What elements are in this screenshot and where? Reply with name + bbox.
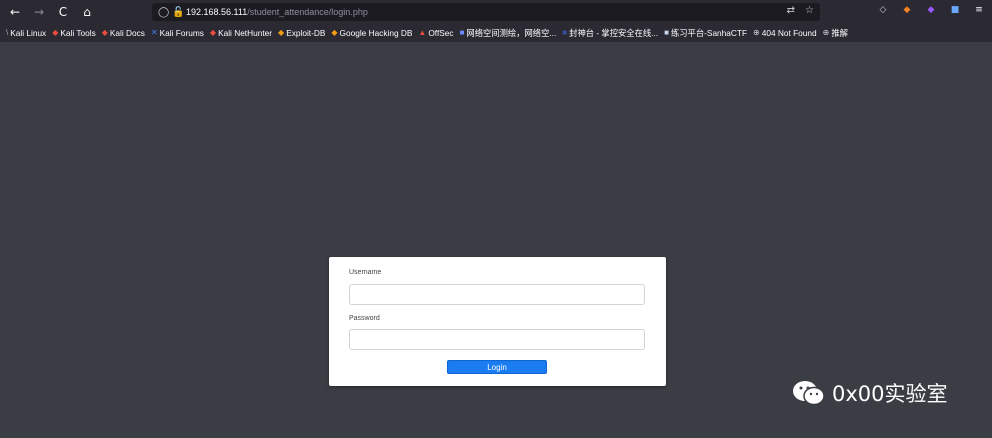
translate-icon[interactable]: ⇄ <box>787 5 795 16</box>
exploit-db-icon: ◆ <box>278 28 285 37</box>
reload-icon[interactable]: C <box>52 1 74 23</box>
username-input[interactable] <box>349 284 645 305</box>
bookmark-label: Kali NetHunter <box>218 27 273 38</box>
wechat-icon <box>793 381 825 406</box>
kali-tools-icon: ◆ <box>52 28 59 37</box>
home-icon[interactable]: ⌂ <box>76 1 98 23</box>
watermark-text: 0x00实验室 <box>832 382 948 406</box>
bookmark-label: Google Hacking DB <box>339 27 413 38</box>
globe-icon: ⊕ <box>753 28 760 37</box>
url-host: 192.168.56.111 <box>186 7 248 17</box>
foxyproxy-icon[interactable]: ◆ <box>900 3 914 17</box>
watermark: 0x00实验室 <box>792 378 948 408</box>
offsec-icon: ▲ <box>418 28 427 37</box>
nav-buttons: ← → C ⌂ <box>0 1 98 23</box>
back-icon[interactable]: ← <box>4 1 26 23</box>
bookmark-label: 网络空间测绘，网络空... <box>466 27 557 38</box>
bookmark-item[interactable]: ▲ OffSec <box>418 28 453 38</box>
login-form: Username Password Login <box>329 257 666 386</box>
bookmark-label: 练习平台-SanhaCTF <box>670 27 748 38</box>
extensions-area: ◇ ◆ ◆ ■ ≡ <box>876 3 986 17</box>
browser-toolbar: ← → C ⌂ ◯ 🔓 192.168.56.111 /student_atte… <box>0 0 992 24</box>
hackbar-icon[interactable]: ■ <box>948 3 962 17</box>
bookmark-label: 推解 <box>831 27 848 38</box>
address-bar[interactable]: ◯ 🔓 192.168.56.111 /student_attendance/l… <box>152 3 820 21</box>
globe-icon: ⊕ <box>822 28 830 37</box>
fofa-icon: ■ <box>459 28 465 37</box>
kali-forums-icon: ✕ <box>150 28 158 37</box>
bookmark-star-icon[interactable]: ☆ <box>805 5 814 16</box>
bookmark-item[interactable]: ✕ Kali Forums <box>151 28 204 38</box>
kali-nethunter-icon: ◆ <box>209 28 217 37</box>
url-path: /student_attendance/login.php <box>247 7 368 17</box>
bookmark-label: Exploit-DB <box>286 27 326 38</box>
bookmark-item[interactable]: ■ 网络空间测绘，网络空... <box>460 27 557 39</box>
pocket-icon[interactable]: ◇ <box>876 3 890 17</box>
password-input[interactable] <box>349 329 645 350</box>
tracking-shield-icon[interactable]: ◯ <box>158 7 172 18</box>
kali-icon: \ <box>6 28 9 37</box>
bookmark-item[interactable]: \ Kali Linux <box>6 28 46 38</box>
wappalyzer-icon[interactable]: ◆ <box>924 3 938 17</box>
bookmark-item[interactable]: ⊕ 404 Not Found <box>753 28 817 38</box>
ghdb-icon: ◆ <box>331 28 338 37</box>
bookmark-item[interactable]: ⊕ 推解 <box>823 27 848 39</box>
bookmark-label: Kali Tools <box>60 27 96 38</box>
password-label: Password <box>349 315 380 322</box>
bookmark-label: 封神台 - 掌控安全在线... <box>569 27 659 38</box>
bookmark-label: Kali Linux <box>10 27 47 38</box>
bookmark-item[interactable]: ◆ Kali NetHunter <box>210 28 272 38</box>
bookmark-label: Kali Docs <box>109 27 145 38</box>
bookmark-item[interactable]: ◆ Exploit-DB <box>278 28 325 38</box>
bookmark-item[interactable]: ■ 封神台 - 掌控安全在线... <box>562 27 658 39</box>
bookmark-item[interactable]: ◆ Kali Docs <box>102 28 145 38</box>
bookmarks-bar: \ Kali Linux ◆ Kali Tools ◆ Kali Docs ✕ Kali… <box>0 24 992 41</box>
menu-icon[interactable]: ≡ <box>972 3 986 17</box>
sanhactf-icon: ■ <box>664 28 669 37</box>
forward-icon[interactable]: → <box>28 1 50 23</box>
fengshentai-icon: ■ <box>562 28 568 37</box>
bookmark-item[interactable]: ■ 练习平台-SanhaCTF <box>664 27 747 39</box>
url-actions: ⇄ ☆ <box>787 5 814 16</box>
bookmark-item[interactable]: ◆ Google Hacking DB <box>331 28 412 38</box>
login-button[interactable]: Login <box>447 360 547 374</box>
bookmark-label: OffSec <box>428 27 454 38</box>
bookmark-item[interactable]: ◆ Kali Tools <box>52 28 96 38</box>
kali-docs-icon: ◆ <box>101 28 108 37</box>
bookmark-label: 404 Not Found <box>761 27 817 38</box>
insecure-lock-icon[interactable]: 🔓 <box>172 7 186 18</box>
bookmark-label: Kali Forums <box>159 27 204 38</box>
username-label: Username <box>349 269 382 276</box>
